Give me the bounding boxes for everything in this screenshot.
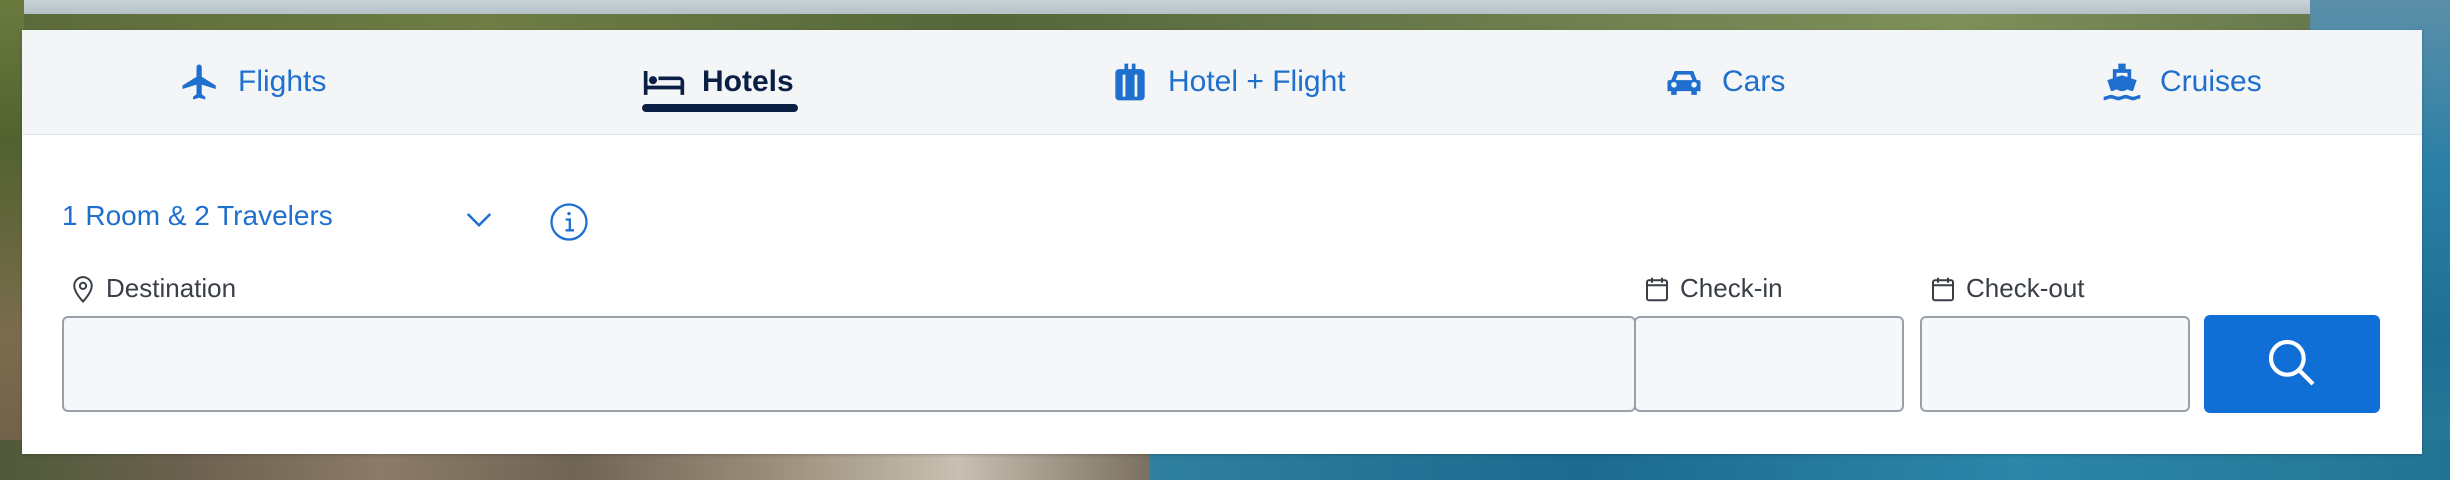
rooms-travelers-dropdown[interactable]: 1 Room & 2 Travelers: [62, 200, 492, 232]
background-cliff-left: [0, 0, 24, 480]
checkin-input[interactable]: [1634, 316, 1904, 412]
checkout-label: Check-out: [1928, 273, 2085, 304]
active-tab-indicator: [642, 104, 798, 112]
tab-hotel-flight[interactable]: Hotel + Flight: [1108, 30, 1346, 134]
tab-cruises[interactable]: Cruises: [2100, 30, 2262, 134]
destination-input[interactable]: [62, 316, 1636, 412]
destination-label: Destination: [68, 273, 236, 304]
search-panel: Flights Hotels Hotel + Flight Cars Cruis…: [22, 30, 2422, 454]
checkin-label: Check-in: [1642, 273, 1783, 304]
tab-hotels[interactable]: Hotels: [642, 30, 798, 134]
tab-label: Flights: [238, 65, 327, 98]
tab-label: Cruises: [2160, 65, 2262, 98]
checkout-input[interactable]: [1920, 316, 2190, 412]
tab-flights[interactable]: Flights: [178, 30, 326, 134]
product-tabs: Flights Hotels Hotel + Flight Cars Cruis…: [22, 30, 2422, 135]
tab-label: Hotels: [702, 65, 794, 98]
search-button[interactable]: [2204, 315, 2380, 413]
car-icon: [1662, 60, 1706, 104]
rooms-travelers-label: 1 Room & 2 Travelers: [62, 200, 333, 231]
chevron-down-icon: [464, 204, 494, 234]
location-pin-icon: [68, 274, 98, 304]
calendar-icon: [1928, 274, 1958, 304]
tab-cars[interactable]: Cars: [1662, 30, 1785, 134]
ship-icon: [2100, 60, 2144, 104]
airplane-icon: [178, 60, 222, 104]
info-icon[interactable]: [549, 202, 589, 242]
bed-icon: [642, 60, 686, 104]
tab-label: Hotel + Flight: [1168, 65, 1346, 98]
search-icon: [2264, 335, 2320, 394]
tab-label: Cars: [1722, 65, 1786, 98]
luggage-icon: [1108, 60, 1152, 104]
calendar-icon: [1642, 274, 1672, 304]
